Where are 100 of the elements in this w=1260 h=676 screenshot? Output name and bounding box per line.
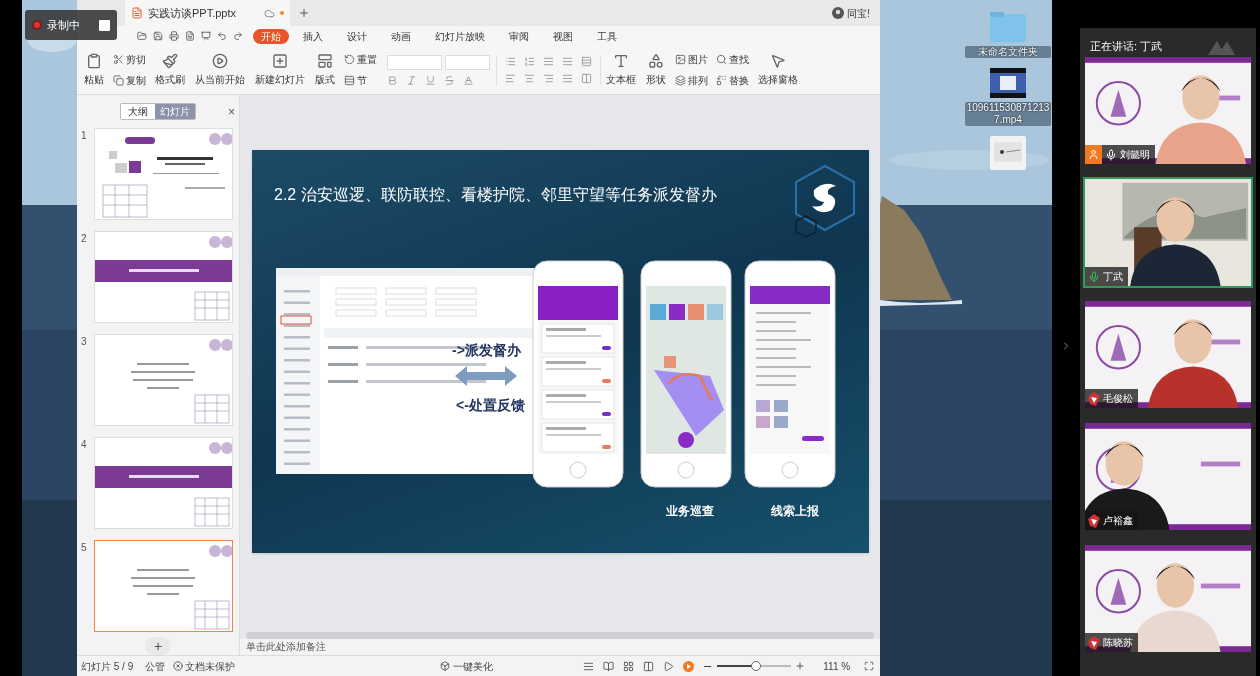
ribbon-icon bbox=[344, 75, 355, 86]
ribbon-button[interactable]: 新建幻灯片 bbox=[250, 53, 310, 87]
quick-access-icon[interactable] bbox=[233, 31, 243, 41]
participant-name: 陈晓苏 bbox=[1103, 636, 1133, 650]
ribbon-icon bbox=[716, 75, 727, 86]
slide-number: 2 bbox=[81, 232, 88, 246]
zoom-in-icon[interactable] bbox=[795, 661, 806, 671]
ribbon-button[interactable]: 形状 bbox=[641, 53, 671, 87]
phone-caption: 线索上报 bbox=[771, 503, 819, 520]
close-button[interactable]: × bbox=[228, 103, 235, 121]
ribbon-button[interactable]: 替换 bbox=[716, 73, 749, 88]
beautify-button[interactable]: 一键美化 bbox=[440, 658, 494, 674]
slide-number: 4 bbox=[81, 438, 88, 452]
video-file-icon[interactable] bbox=[990, 68, 1026, 98]
stop-icon[interactable] bbox=[99, 19, 110, 31]
team-logo-icon bbox=[1088, 635, 1100, 650]
video-tile[interactable]: 卢裕鑫 bbox=[1083, 421, 1253, 532]
paragraph-icon[interactable] bbox=[543, 56, 554, 67]
view-icon[interactable] bbox=[583, 660, 595, 672]
quick-access-icon[interactable] bbox=[153, 31, 163, 41]
double-arrow-icon bbox=[455, 366, 517, 386]
format-icon[interactable] bbox=[463, 74, 474, 86]
video-tile[interactable]: 丁武 bbox=[1083, 177, 1253, 288]
format-icon[interactable] bbox=[387, 74, 398, 86]
ribbon-button[interactable]: 节 bbox=[344, 73, 377, 88]
new-tab-icon[interactable] bbox=[298, 7, 310, 19]
ribbon-button[interactable]: 剪切 bbox=[113, 52, 146, 67]
align-icon[interactable] bbox=[581, 73, 592, 84]
ribbon-button[interactable]: 粘贴 bbox=[79, 53, 109, 87]
ribbon-icon bbox=[648, 53, 664, 69]
format-icon[interactable] bbox=[444, 74, 455, 86]
align-icon[interactable] bbox=[505, 73, 516, 84]
ribbon-button[interactable]: 排列 bbox=[675, 73, 708, 88]
user-name: 同宝! bbox=[847, 6, 870, 21]
view-icon[interactable] bbox=[643, 660, 655, 672]
paragraph-icon[interactable] bbox=[505, 56, 516, 67]
hexagon-logo-icon bbox=[792, 164, 858, 238]
menu-tab[interactable]: 动画 bbox=[381, 28, 421, 44]
video-tile[interactable]: 刘懿明 bbox=[1083, 55, 1253, 166]
ribbon-button[interactable]: 选择窗格 bbox=[753, 53, 803, 87]
ribbon-button[interactable]: 版式 bbox=[310, 53, 340, 87]
menu-tab[interactable]: 设计 bbox=[337, 28, 377, 44]
ribbon-icon bbox=[675, 54, 686, 65]
menu-tab[interactable]: 视图 bbox=[543, 28, 583, 44]
horizontal-scrollbar[interactable] bbox=[246, 632, 874, 639]
quick-access-icon[interactable] bbox=[185, 31, 195, 41]
participant-name: 毛俊松 bbox=[1103, 392, 1133, 406]
ribbon-icon bbox=[716, 54, 727, 65]
quick-access-icon[interactable] bbox=[169, 31, 179, 41]
team-logo-icon bbox=[1088, 513, 1100, 528]
zoom-slider[interactable] bbox=[717, 661, 792, 671]
fullscreen-icon[interactable] bbox=[864, 661, 875, 671]
video-tile[interactable]: 毛俊松 bbox=[1083, 299, 1253, 410]
ribbon-icon bbox=[162, 53, 178, 69]
protection-status: 文档未保护 bbox=[185, 659, 236, 674]
menu-tab[interactable]: 幻灯片放映 bbox=[425, 28, 495, 44]
video-tile[interactable]: 陈晓苏 bbox=[1083, 543, 1253, 654]
play-slideshow-icon[interactable] bbox=[683, 660, 695, 672]
view-icon[interactable] bbox=[603, 660, 615, 672]
menu-tab[interactable]: 审阅 bbox=[499, 28, 539, 44]
speaker-status: 正在讲话: 丁武 bbox=[1090, 39, 1163, 55]
menu-tab[interactable]: 开始 bbox=[253, 28, 289, 44]
quick-access-icon[interactable] bbox=[137, 31, 147, 41]
view-icon[interactable] bbox=[623, 660, 635, 672]
format-icon[interactable] bbox=[406, 74, 417, 86]
ribbon-icon bbox=[212, 53, 228, 69]
format-icon[interactable] bbox=[425, 74, 436, 86]
ribbon-button[interactable]: 文本框 bbox=[601, 53, 641, 87]
align-icon[interactable] bbox=[524, 73, 535, 84]
cloud-icon bbox=[264, 7, 275, 19]
menu-tab[interactable]: 插入 bbox=[293, 28, 333, 44]
add-slide-button[interactable]: + bbox=[145, 637, 171, 655]
panel-tab[interactable]: 大纲 bbox=[121, 104, 155, 119]
paragraph-icon[interactable] bbox=[562, 56, 573, 67]
align-icon[interactable] bbox=[562, 73, 573, 84]
ribbon-button[interactable]: 复制 bbox=[113, 73, 146, 88]
notes-placeholder[interactable]: 单击此处添加备注 bbox=[240, 639, 880, 655]
avatar-icon[interactable] bbox=[832, 7, 845, 19]
slide-thumbnail[interactable] bbox=[94, 540, 233, 632]
paragraph-icon[interactable] bbox=[524, 56, 535, 67]
ribbon-button[interactable]: 查找 bbox=[716, 52, 749, 67]
recording-indicator[interactable]: 录制中 bbox=[25, 10, 117, 40]
participant-name: 刘懿明 bbox=[1120, 148, 1150, 162]
ribbon-button[interactable]: 图片 bbox=[675, 52, 708, 67]
font-size-field[interactable] bbox=[445, 54, 490, 70]
quick-access-icon[interactable] bbox=[201, 31, 211, 41]
document-tab[interactable]: 实践访谈PPT.pptx bbox=[125, 0, 290, 26]
cube-icon bbox=[440, 661, 451, 671]
paragraph-icon[interactable] bbox=[581, 56, 592, 67]
align-icon[interactable] bbox=[543, 73, 554, 84]
image-file-icon[interactable] bbox=[990, 136, 1026, 170]
menu-tab[interactable]: 工具 bbox=[587, 28, 627, 44]
font-name-field[interactable] bbox=[387, 54, 442, 70]
phone-caption: 业务巡查 bbox=[666, 503, 714, 520]
view-icon[interactable] bbox=[663, 660, 675, 672]
ribbon-icon bbox=[344, 54, 355, 65]
ribbon-button[interactable]: 重置 bbox=[344, 52, 377, 67]
ribbon-button[interactable]: 格式刷 bbox=[150, 53, 190, 87]
ribbon-button[interactable]: 从当前开始 bbox=[190, 53, 250, 87]
quick-access-icon[interactable] bbox=[217, 31, 227, 41]
